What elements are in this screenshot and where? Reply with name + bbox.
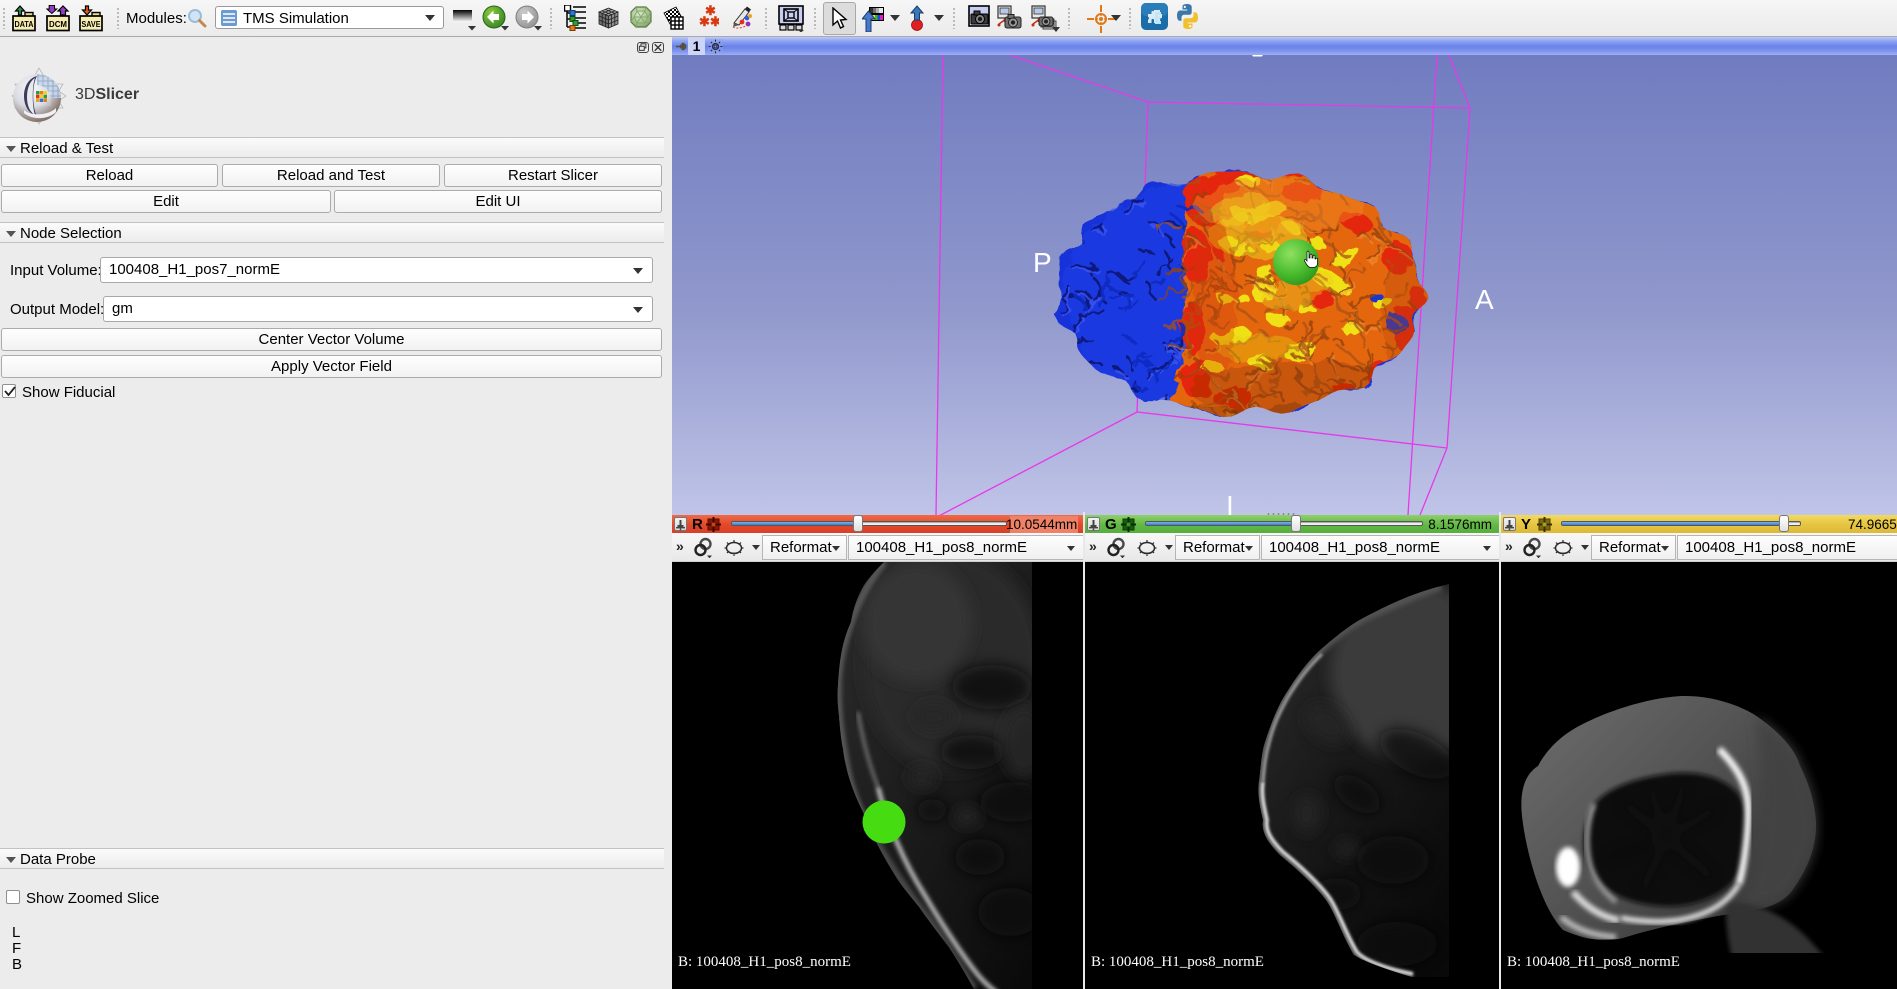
svg-text:✱: ✱ (699, 14, 710, 29)
svg-text:B: 100408_H1_pos8_normE: B: 100408_H1_pos8_normE (678, 954, 851, 970)
svg-text:I: I (1226, 490, 1234, 515)
svg-text:DATA: DATA (15, 19, 34, 29)
svg-text:B: 100408_H1_pos8_normE: B: 100408_H1_pos8_normE (1091, 954, 1264, 970)
svg-text:✱: ✱ (710, 14, 719, 29)
svg-text:A: A (1475, 284, 1494, 315)
svg-text:P: P (1033, 247, 1052, 278)
svg-text:B: 100408_H1_pos8_normE: B: 100408_H1_pos8_normE (1507, 954, 1680, 970)
svg-text:DCM: DCM (49, 19, 67, 29)
svg-text:SAVE: SAVE (82, 19, 101, 29)
